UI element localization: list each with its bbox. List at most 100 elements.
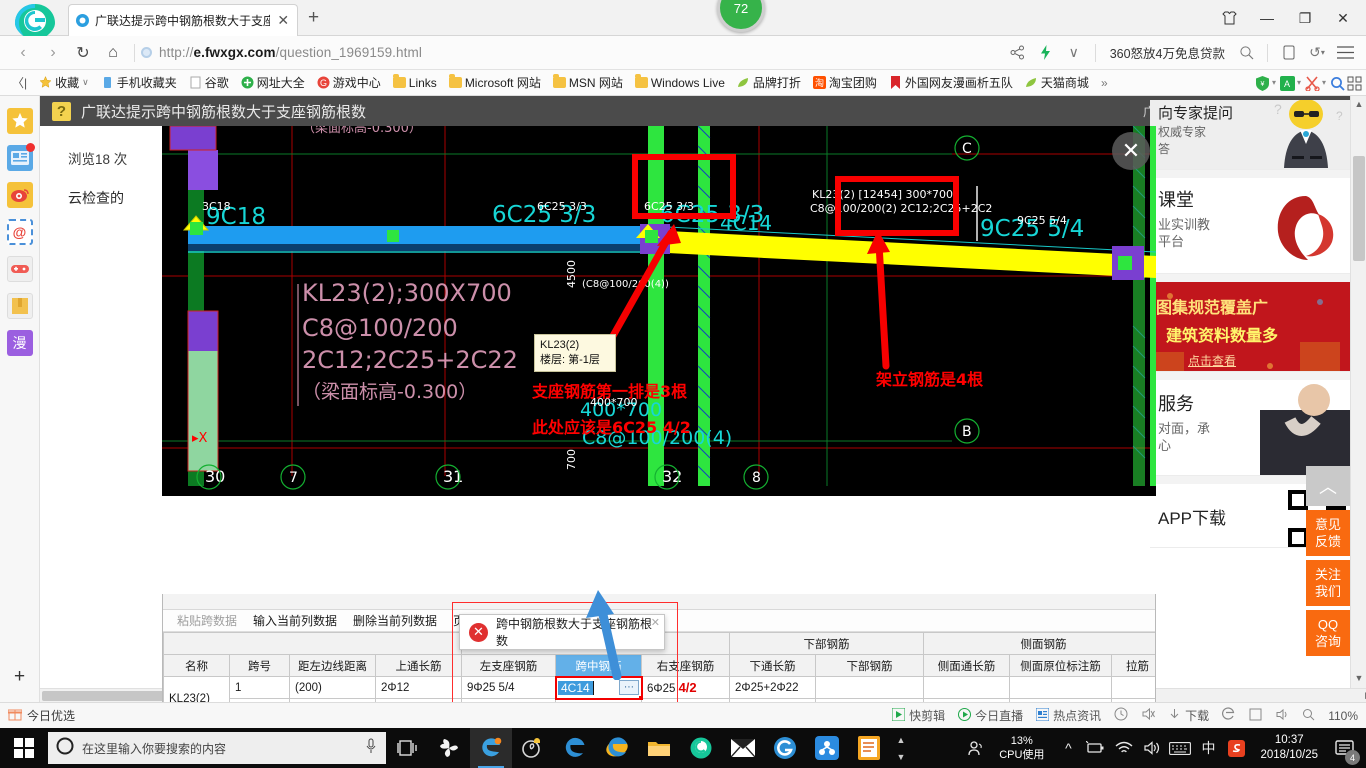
- chevron-down-icon[interactable]: ▾: [1297, 78, 1301, 87]
- search-input[interactable]: 在这里输入你要搜索的内容: [48, 732, 386, 764]
- download-button[interactable]: 下载: [1168, 707, 1209, 724]
- col-name[interactable]: 名称: [163, 654, 230, 677]
- quick-edit-button[interactable]: 快剪辑: [891, 707, 945, 724]
- people-icon[interactable]: [961, 728, 989, 768]
- volume-icon[interactable]: [1138, 728, 1166, 768]
- search-suggestion[interactable]: 360怒放4万免息贷款: [1104, 43, 1231, 62]
- home-icon[interactable]: ⌂: [98, 39, 128, 67]
- speaker-icon[interactable]: [1275, 708, 1289, 724]
- start-button[interactable]: [0, 728, 48, 768]
- skin-button[interactable]: [1210, 1, 1248, 35]
- wifi-icon[interactable]: [1110, 728, 1138, 768]
- cell-bottom-through[interactable]: 2Φ25+2Φ22: [729, 676, 817, 699]
- col-side-through[interactable]: 侧面通长筋: [923, 654, 1011, 677]
- col-dist-left[interactable]: 距左边线距离: [289, 654, 376, 677]
- bookmarks-overflow-button[interactable]: »: [1095, 72, 1114, 94]
- cell-bottom-rebar[interactable]: [815, 676, 925, 699]
- shield-icon[interactable]: ¥: [1255, 76, 1269, 91]
- window-icon[interactable]: [1249, 708, 1262, 724]
- pinwheel-icon[interactable]: [428, 728, 470, 768]
- col-side-marked[interactable]: 侧面原位标注筋: [1009, 654, 1113, 677]
- restore-button[interactable]: ❐: [1286, 1, 1324, 35]
- new-tab-button[interactable]: +: [308, 8, 319, 28]
- tray-expand-chevron-icon[interactable]: ^: [1054, 728, 1082, 768]
- cpu-usage-indicator[interactable]: 13% CPU使用: [989, 734, 1054, 762]
- taskbar-overflow-chevrons[interactable]: ▲ ▼: [890, 728, 912, 768]
- scroll-down-arrow-icon[interactable]: ▼: [1351, 670, 1366, 686]
- col-bottom-through[interactable]: 下通长筋: [729, 654, 817, 677]
- search-icon[interactable]: [1302, 708, 1315, 724]
- bookmark-item-brand-discount[interactable]: 品牌打折: [731, 72, 807, 94]
- bookmark-item-windows-live[interactable]: Windows Live: [629, 72, 731, 94]
- rail-favorites-icon[interactable]: [6, 108, 33, 134]
- today-deals-label[interactable]: 今日优选: [27, 707, 75, 724]
- apps-icon[interactable]: [1347, 76, 1362, 91]
- bookmark-item-microsoft[interactable]: Microsoft 网站: [443, 72, 547, 94]
- rail-weibo-icon[interactable]: [6, 182, 33, 208]
- battery-icon[interactable]: [1082, 728, 1110, 768]
- bookmark-item-game-center[interactable]: G 游戏中心: [311, 72, 387, 94]
- security-score-badge[interactable]: 72: [717, 0, 765, 32]
- col-span-no[interactable]: 跨号: [229, 654, 290, 677]
- status-left[interactable]: 今日优选: [7, 707, 75, 724]
- live-today-button[interactable]: 今日直播: [958, 707, 1023, 724]
- chevron-down-icon[interactable]: ▾: [1272, 78, 1276, 87]
- bookmark-item-links[interactable]: Links: [387, 72, 443, 94]
- tencent-class-ad[interactable]: 课堂 业实训教 平台: [1150, 170, 1350, 274]
- rail-news-icon[interactable]: [6, 143, 35, 171]
- chevron-down-icon[interactable]: ▾: [1322, 78, 1326, 87]
- follow-us-button[interactable]: 关注 我们: [1306, 560, 1350, 606]
- clock[interactable]: 10:37 2018/10/25: [1250, 733, 1328, 763]
- translate-icon[interactable]: A: [1279, 76, 1295, 91]
- bookmark-item-google[interactable]: 谷歌: [183, 72, 235, 94]
- col-top-through[interactable]: 上通长筋: [375, 654, 462, 677]
- keyboard-icon[interactable]: [1166, 728, 1194, 768]
- edge-icon[interactable]: [470, 728, 512, 768]
- reload-icon[interactable]: ↻: [68, 39, 98, 67]
- zoom-level[interactable]: 110%: [1328, 709, 1358, 723]
- cell-side-marked[interactable]: [1009, 676, 1113, 699]
- hot-news-button[interactable]: 热点资讯: [1035, 707, 1101, 724]
- forward-icon[interactable]: ›: [38, 39, 68, 67]
- folder-icon[interactable]: [638, 728, 680, 768]
- action-center-button[interactable]: 4: [1328, 728, 1362, 768]
- edge-blue-icon[interactable]: [554, 728, 596, 768]
- menu-icon[interactable]: [1332, 40, 1358, 66]
- qq-consult-button[interactable]: QQ 咨询: [1306, 610, 1350, 656]
- rail-mail-icon[interactable]: @: [6, 219, 33, 245]
- bookmark-item-hao123[interactable]: 网址大全: [235, 72, 311, 94]
- rail-manga-icon[interactable]: 漫: [6, 330, 33, 356]
- scissors-icon[interactable]: [1305, 76, 1320, 92]
- task-view-icon[interactable]: [386, 728, 428, 768]
- ime-indicator[interactable]: 中: [1194, 728, 1222, 768]
- scrollbar-thumb[interactable]: [1353, 156, 1365, 261]
- lightning-icon[interactable]: [1033, 40, 1059, 66]
- cell-top-through[interactable]: 2Φ12: [375, 676, 462, 699]
- address-input[interactable]: http://e.fwxgx.com/question_1969159.html: [159, 45, 422, 60]
- bookmark-item-comics[interactable]: 外国网友漫画析五队: [883, 72, 1019, 94]
- clock-icon[interactable]: [1114, 707, 1128, 724]
- history-icon[interactable]: ↺ ▾: [1304, 40, 1330, 66]
- search-icon[interactable]: [1233, 40, 1259, 66]
- bookmark-item-mobile-favorites[interactable]: 手机收藏夹: [95, 72, 183, 94]
- scroll-up-arrow-icon[interactable]: ▲: [1351, 96, 1366, 112]
- magnifier-icon[interactable]: [1330, 76, 1345, 91]
- bookmarks-scroll-left[interactable]: 〈|: [6, 72, 33, 94]
- microphone-icon[interactable]: [364, 738, 378, 759]
- col-tie[interactable]: 拉筋: [1111, 654, 1155, 677]
- rail-add-button[interactable]: +: [14, 666, 25, 688]
- service-ad[interactable]: 服务 对面，承 心: [1150, 372, 1350, 476]
- cell-dist[interactable]: (200): [289, 676, 376, 699]
- close-icon[interactable]: ✕: [1112, 132, 1150, 170]
- delete-current-column-button[interactable]: 删除当前列数据: [353, 612, 437, 629]
- chevron-down-icon[interactable]: ∨: [1061, 40, 1087, 66]
- e-icon[interactable]: [1222, 707, 1236, 724]
- cell-tie[interactable]: [1111, 676, 1155, 699]
- browser-tab[interactable]: 广联达提示跨中钢筋根数大于支座 ✕: [68, 4, 298, 36]
- tab-close-icon[interactable]: ✕: [275, 12, 291, 29]
- sogou-icon[interactable]: [1222, 728, 1250, 768]
- bookmark-item-taobao[interactable]: 淘 淘宝团购: [807, 72, 883, 94]
- cell-side-through[interactable]: [923, 676, 1011, 699]
- cell-span-no[interactable]: 1: [229, 676, 290, 699]
- share-icon[interactable]: [1005, 40, 1031, 66]
